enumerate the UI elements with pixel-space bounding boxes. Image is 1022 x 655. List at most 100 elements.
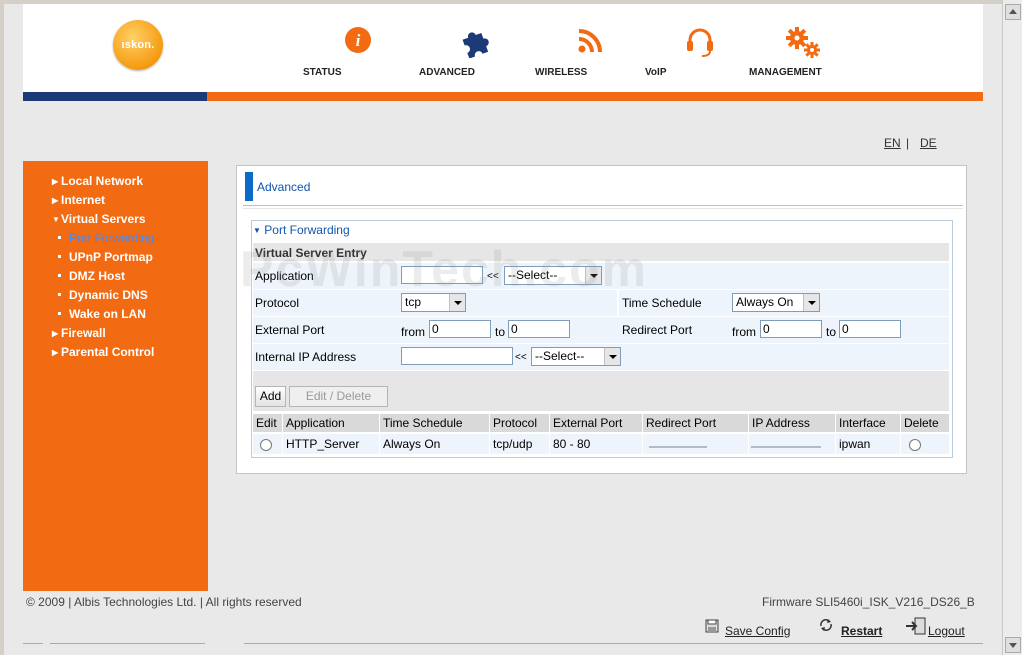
footer-divider bbox=[23, 643, 43, 644]
edit-radio[interactable] bbox=[260, 439, 272, 451]
restart-icon bbox=[820, 619, 832, 631]
copyright-text: © 2009 | Albis Technologies Ltd. | All r… bbox=[26, 595, 302, 609]
col-edit-header: Edit bbox=[253, 414, 282, 432]
header-bar-navy bbox=[23, 92, 207, 101]
scroll-down-button[interactable] bbox=[1005, 637, 1021, 653]
col-redirect-port-header: Redirect Port bbox=[643, 414, 748, 432]
col-external-port-header: External Port bbox=[550, 414, 642, 432]
table-cell-interface: ipwan bbox=[836, 434, 900, 454]
iskon-logo: ıskon. bbox=[113, 20, 163, 70]
internal-ip-label: Internal IP Address bbox=[255, 350, 357, 364]
scroll-up-button[interactable] bbox=[1005, 4, 1021, 20]
red-from-label: from bbox=[732, 325, 756, 339]
redirect-port-from-input[interactable] bbox=[760, 320, 822, 338]
bullet-icon bbox=[58, 236, 61, 239]
gears-icon bbox=[786, 27, 820, 58]
bullet-icon bbox=[58, 293, 61, 296]
edit-delete-button[interactable]: Edit / Delete bbox=[289, 386, 388, 407]
add-button[interactable]: Add bbox=[255, 386, 286, 407]
info-icon: i bbox=[345, 27, 371, 53]
sidebar-item-dynamic-dns[interactable]: Dynamic DNS bbox=[58, 288, 148, 302]
header: ıskon. i STATUS ADVANCED WIRELESS VoIP M… bbox=[23, 4, 983, 92]
nav-status[interactable]: i STATUS bbox=[303, 26, 413, 78]
arrow-down-icon: ▼ bbox=[52, 215, 60, 224]
redacted-mark bbox=[751, 438, 821, 448]
svg-text:i: i bbox=[356, 31, 361, 50]
col-application-header: Application bbox=[283, 414, 379, 432]
sidebar-item-upnp-portmap[interactable]: UPnP Portmap bbox=[58, 250, 153, 264]
sidebar-item-local-network[interactable]: ▶ Local Network bbox=[52, 174, 143, 188]
external-port-from-input[interactable] bbox=[429, 320, 491, 338]
lang-de-link[interactable]: DE bbox=[920, 136, 937, 150]
external-port-label: External Port bbox=[255, 323, 325, 337]
page-title: Advanced bbox=[257, 180, 311, 194]
logout-icon bbox=[906, 617, 926, 635]
wireless-icon bbox=[578, 29, 602, 53]
chevron-down-icon bbox=[803, 294, 819, 311]
sidebar-item-port-forwarding[interactable]: Port Forwarding bbox=[58, 231, 154, 245]
redirect-port-to-input[interactable] bbox=[839, 320, 901, 338]
internal-ip-input[interactable] bbox=[401, 347, 513, 365]
nav-advanced[interactable]: ADVANCED bbox=[419, 26, 529, 78]
col-schedule-header: Time Schedule bbox=[380, 414, 489, 432]
table-cell-edit bbox=[253, 434, 282, 454]
lang-en-link[interactable]: EN bbox=[884, 136, 901, 150]
headset-icon bbox=[687, 28, 713, 57]
arrow-right-icon: ▶ bbox=[52, 196, 59, 205]
puzzle-icon bbox=[462, 32, 489, 58]
copy-arrows-ip: << bbox=[515, 352, 527, 363]
internal-ip-select[interactable]: --Select-- bbox=[531, 347, 621, 366]
section-title[interactable]: ▼ Port Forwarding bbox=[253, 223, 350, 237]
footer-divider bbox=[50, 643, 205, 644]
save-config-link[interactable]: Save Config bbox=[725, 624, 790, 638]
delete-radio[interactable] bbox=[909, 439, 921, 451]
sidebar-item-wake-on-lan[interactable]: Wake on LAN bbox=[58, 307, 146, 321]
table-cell-application: HTTP_Server bbox=[283, 434, 379, 454]
watermark: PcWinTech.com bbox=[240, 241, 649, 297]
footer-divider bbox=[244, 643, 983, 644]
save-icon bbox=[705, 619, 719, 633]
lang-separator: | bbox=[906, 136, 910, 150]
arrow-down-icon: ▼ bbox=[253, 226, 261, 235]
sidebar-item-virtual-servers[interactable]: ▼Virtual Servers bbox=[52, 212, 146, 226]
logout-link[interactable]: Logout bbox=[928, 624, 965, 638]
arrow-right-icon: ▶ bbox=[52, 329, 59, 338]
nav-management[interactable]: MANAGEMENT bbox=[749, 26, 859, 78]
title-marker bbox=[245, 172, 253, 201]
col-delete-header: Delete bbox=[901, 414, 949, 432]
sidebar-item-dmz-host[interactable]: DMZ Host bbox=[58, 269, 125, 283]
nav-wireless[interactable]: WIRELESS bbox=[535, 26, 645, 78]
bullet-icon bbox=[58, 312, 61, 315]
bullet-icon bbox=[58, 274, 61, 277]
redacted-mark bbox=[649, 438, 707, 448]
table-cell-external-port: 80 - 80 bbox=[550, 434, 642, 454]
sidebar-item-parental-control[interactable]: ▶ Parental Control bbox=[52, 345, 154, 359]
red-to-label: to bbox=[826, 325, 837, 339]
sidebar-item-internet[interactable]: ▶ Internet bbox=[52, 193, 105, 207]
table-cell-redirect-port bbox=[643, 434, 748, 454]
bullet-icon bbox=[58, 255, 61, 258]
arrow-right-icon: ▶ bbox=[52, 348, 59, 357]
col-interface-header: Interface bbox=[836, 414, 900, 432]
protocol-label: Protocol bbox=[255, 296, 300, 310]
vertical-scrollbar[interactable] bbox=[1002, 0, 1022, 655]
firmware-text: Firmware SLI5460i_ISK_V216_DS26_B bbox=[762, 595, 975, 609]
time-schedule-label: Time Schedule bbox=[622, 296, 702, 310]
table-cell-ip bbox=[749, 434, 835, 454]
table-cell-delete bbox=[901, 434, 949, 454]
sidebar-item-firewall[interactable]: ▶ Firewall bbox=[52, 326, 106, 340]
window-left-border bbox=[0, 0, 4, 655]
restart-link[interactable]: Restart bbox=[841, 624, 882, 638]
chevron-down-icon bbox=[604, 348, 620, 365]
nav-voip[interactable]: VoIP bbox=[645, 26, 755, 78]
col-ip-header: IP Address bbox=[749, 414, 835, 432]
title-divider bbox=[243, 205, 963, 209]
header-bar-orange bbox=[207, 92, 983, 101]
time-schedule-select[interactable]: Always On bbox=[732, 293, 820, 312]
ext-to-label: to bbox=[495, 325, 506, 339]
table-cell-schedule: Always On bbox=[380, 434, 489, 454]
redirect-port-label: Redirect Port bbox=[622, 323, 693, 337]
arrow-right-icon: ▶ bbox=[52, 177, 59, 186]
external-port-to-input[interactable] bbox=[508, 320, 570, 338]
ext-from-label: from bbox=[401, 325, 425, 339]
